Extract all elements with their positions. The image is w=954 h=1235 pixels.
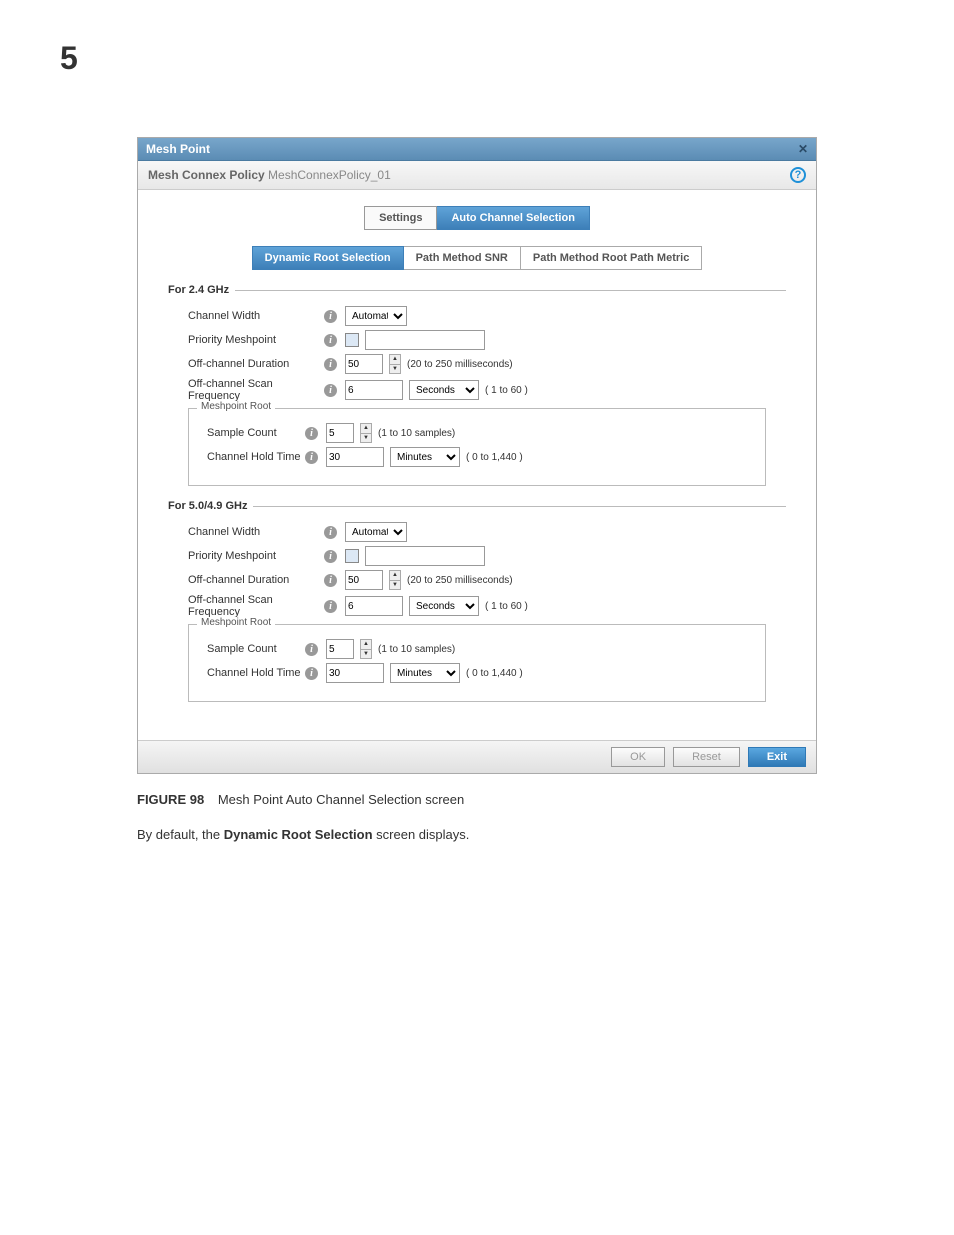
body-text-bold: Dynamic Root Selection [224, 827, 373, 842]
subtab-row: Dynamic Root Selection Path Method SNR P… [168, 246, 786, 270]
info-icon[interactable]: i [305, 643, 318, 656]
priority-meshpoint-checkbox-5[interactable] [345, 549, 359, 563]
sample-count-label-5: Sample Count [199, 643, 305, 655]
off-channel-scan-freq-label-5: Off-channel Scan Frequency [168, 594, 324, 618]
close-icon[interactable]: ✕ [798, 142, 808, 156]
spinner-icon[interactable]: ▲▼ [360, 423, 372, 443]
help-icon[interactable]: ? [790, 167, 806, 183]
sample-count-label-24: Sample Count [199, 427, 305, 439]
meshpoint-root-legend-5: Meshpoint Root [197, 617, 275, 628]
reset-button[interactable]: Reset [673, 747, 740, 767]
divider-line [235, 290, 786, 291]
channel-hold-time-input-5[interactable] [326, 663, 384, 683]
exit-button[interactable]: Exit [748, 747, 806, 767]
subtitle-value: MeshConnexPolicy_01 [268, 168, 391, 182]
priority-meshpoint-label-24: Priority Meshpoint [168, 334, 324, 346]
subtitle-label: Mesh Connex Policy [148, 168, 265, 182]
sample-count-input-5[interactable] [326, 639, 354, 659]
info-icon[interactable]: i [324, 574, 337, 587]
info-icon[interactable]: i [305, 451, 318, 464]
priority-meshpoint-checkbox-24[interactable] [345, 333, 359, 347]
section-heading-24ghz-text: For 2.4 GHz [168, 284, 229, 296]
channel-width-label-5: Channel Width [168, 526, 324, 538]
page-number: 5 [60, 40, 894, 77]
spinner-icon[interactable]: ▲▼ [360, 639, 372, 659]
info-icon[interactable]: i [324, 334, 337, 347]
info-icon[interactable]: i [305, 427, 318, 440]
info-icon[interactable]: i [305, 667, 318, 680]
body-text: By default, the Dynamic Root Selection s… [137, 827, 817, 842]
channel-hold-time-label-5: Channel Hold Time [199, 667, 305, 679]
body-text-post: screen displays. [373, 827, 470, 842]
off-channel-duration-input-5[interactable] [345, 570, 383, 590]
channel-hold-time-input-24[interactable] [326, 447, 384, 467]
off-channel-duration-hint-24: (20 to 250 milliseconds) [407, 359, 513, 370]
channel-hold-time-unit-24[interactable]: Minutes [390, 447, 460, 467]
subtab-path-method-snr[interactable]: Path Method SNR [404, 246, 521, 270]
off-channel-scan-freq-label-24: Off-channel Scan Frequency [168, 378, 324, 402]
divider-line [253, 506, 786, 507]
info-icon[interactable]: i [324, 600, 337, 613]
spinner-icon[interactable]: ▲▼ [389, 570, 401, 590]
panel-footer: OK Reset Exit [138, 740, 816, 773]
ok-button[interactable]: OK [611, 747, 665, 767]
meshpoint-root-fieldset-5: Meshpoint Root Sample Count i ▲▼ (1 to 1… [188, 624, 766, 702]
priority-meshpoint-input-24[interactable] [365, 330, 485, 350]
off-channel-duration-label-5: Off-channel Duration [168, 574, 324, 586]
off-channel-scan-freq-hint-24: ( 1 to 60 ) [485, 385, 528, 396]
figure-caption: FIGURE 98 Mesh Point Auto Channel Select… [137, 792, 817, 807]
subtitle-bar: Mesh Connex Policy MeshConnexPolicy_01 ? [138, 161, 816, 190]
section-heading-24ghz: For 2.4 GHz [168, 284, 786, 296]
off-channel-duration-label-24: Off-channel Duration [168, 358, 324, 370]
channel-hold-time-label-24: Channel Hold Time [199, 451, 305, 463]
sample-count-hint-5: (1 to 10 samples) [378, 644, 455, 655]
tab-settings[interactable]: Settings [364, 206, 437, 230]
sample-count-input-24[interactable] [326, 423, 354, 443]
off-channel-scan-freq-input-5[interactable] [345, 596, 403, 616]
off-channel-scan-freq-unit-5[interactable]: Seconds [409, 596, 479, 616]
priority-meshpoint-input-5[interactable] [365, 546, 485, 566]
panel-title: Mesh Point [146, 142, 210, 156]
info-icon[interactable]: i [324, 358, 337, 371]
meshpoint-root-fieldset-24: Meshpoint Root Sample Count i ▲▼ (1 to 1… [188, 408, 766, 486]
title-bar: Mesh Point ✕ [138, 138, 816, 161]
mesh-point-panel: Mesh Point ✕ Mesh Connex Policy MeshConn… [137, 137, 817, 774]
subtab-path-method-root-path-metric[interactable]: Path Method Root Path Metric [521, 246, 702, 270]
info-icon[interactable]: i [324, 310, 337, 323]
info-icon[interactable]: i [324, 526, 337, 539]
off-channel-scan-freq-hint-5: ( 1 to 60 ) [485, 601, 528, 612]
off-channel-duration-input-24[interactable] [345, 354, 383, 374]
figure-label: FIGURE 98 [137, 792, 204, 807]
off-channel-duration-hint-5: (20 to 250 milliseconds) [407, 575, 513, 586]
channel-hold-time-hint-5: ( 0 to 1,440 ) [466, 668, 523, 679]
off-channel-scan-freq-unit-24[interactable]: Seconds [409, 380, 479, 400]
spinner-icon[interactable]: ▲▼ [389, 354, 401, 374]
subtab-dynamic-root-selection[interactable]: Dynamic Root Selection [252, 246, 404, 270]
channel-hold-time-unit-5[interactable]: Minutes [390, 663, 460, 683]
priority-meshpoint-label-5: Priority Meshpoint [168, 550, 324, 562]
channel-hold-time-hint-24: ( 0 to 1,440 ) [466, 452, 523, 463]
tab-auto-channel-selection[interactable]: Auto Channel Selection [437, 206, 589, 230]
tab-row: Settings Auto Channel Selection [168, 206, 786, 230]
info-icon[interactable]: i [324, 550, 337, 563]
meshpoint-root-legend-24: Meshpoint Root [197, 401, 275, 412]
figure-title: Mesh Point Auto Channel Selection screen [218, 792, 464, 807]
channel-width-select-5[interactable]: Automatic [345, 522, 407, 542]
off-channel-scan-freq-input-24[interactable] [345, 380, 403, 400]
info-icon[interactable]: i [324, 384, 337, 397]
sample-count-hint-24: (1 to 10 samples) [378, 428, 455, 439]
channel-width-select-24[interactable]: Automatic [345, 306, 407, 326]
body-text-pre: By default, the [137, 827, 224, 842]
section-heading-5ghz: For 5.0/4.9 GHz [168, 500, 786, 512]
section-heading-5ghz-text: For 5.0/4.9 GHz [168, 500, 247, 512]
channel-width-label-24: Channel Width [168, 310, 324, 322]
